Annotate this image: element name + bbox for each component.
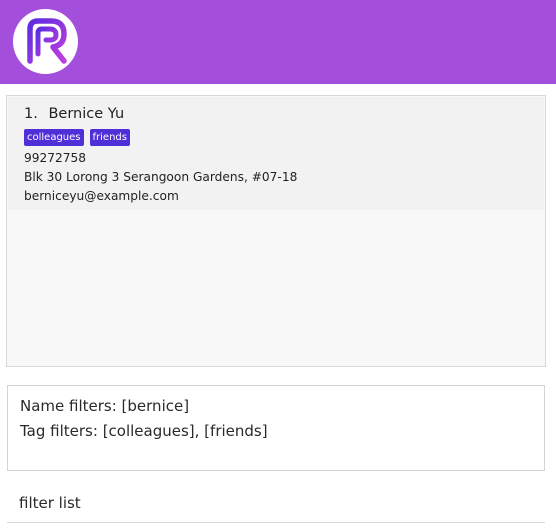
- app-window: 1. Bernice Yu colleagues friends 9927275…: [0, 0, 556, 532]
- command-input[interactable]: [19, 494, 539, 512]
- command-box: [7, 488, 545, 523]
- result-tag-filters: Tag filters: [colleagues], [friends]: [20, 422, 268, 440]
- header-bar: [0, 0, 556, 84]
- person-email: berniceyu@example.com: [24, 189, 179, 203]
- result-name-filters: Name filters: [bernice]: [20, 397, 190, 415]
- person-name: 1. Bernice Yu: [24, 106, 124, 122]
- person-card[interactable]: 1. Bernice Yu colleagues friends 9927275…: [8, 97, 544, 210]
- person-address: Blk 30 Lorong 3 Serangoon Gardens, #07-1…: [24, 170, 298, 184]
- tag-list: colleagues friends: [24, 129, 130, 146]
- tag-colleagues: colleagues: [24, 129, 84, 146]
- person-index: 1.: [24, 106, 38, 122]
- person-list-panel[interactable]: 1. Bernice Yu colleagues friends 9927275…: [6, 95, 546, 367]
- r-logo-icon: [13, 9, 78, 74]
- result-display: Name filters: [bernice] Tag filters: [co…: [7, 385, 545, 471]
- tag-friends: friends: [89, 129, 130, 146]
- person-phone: 99272758: [24, 151, 87, 165]
- person-name-text: Bernice Yu: [48, 106, 125, 122]
